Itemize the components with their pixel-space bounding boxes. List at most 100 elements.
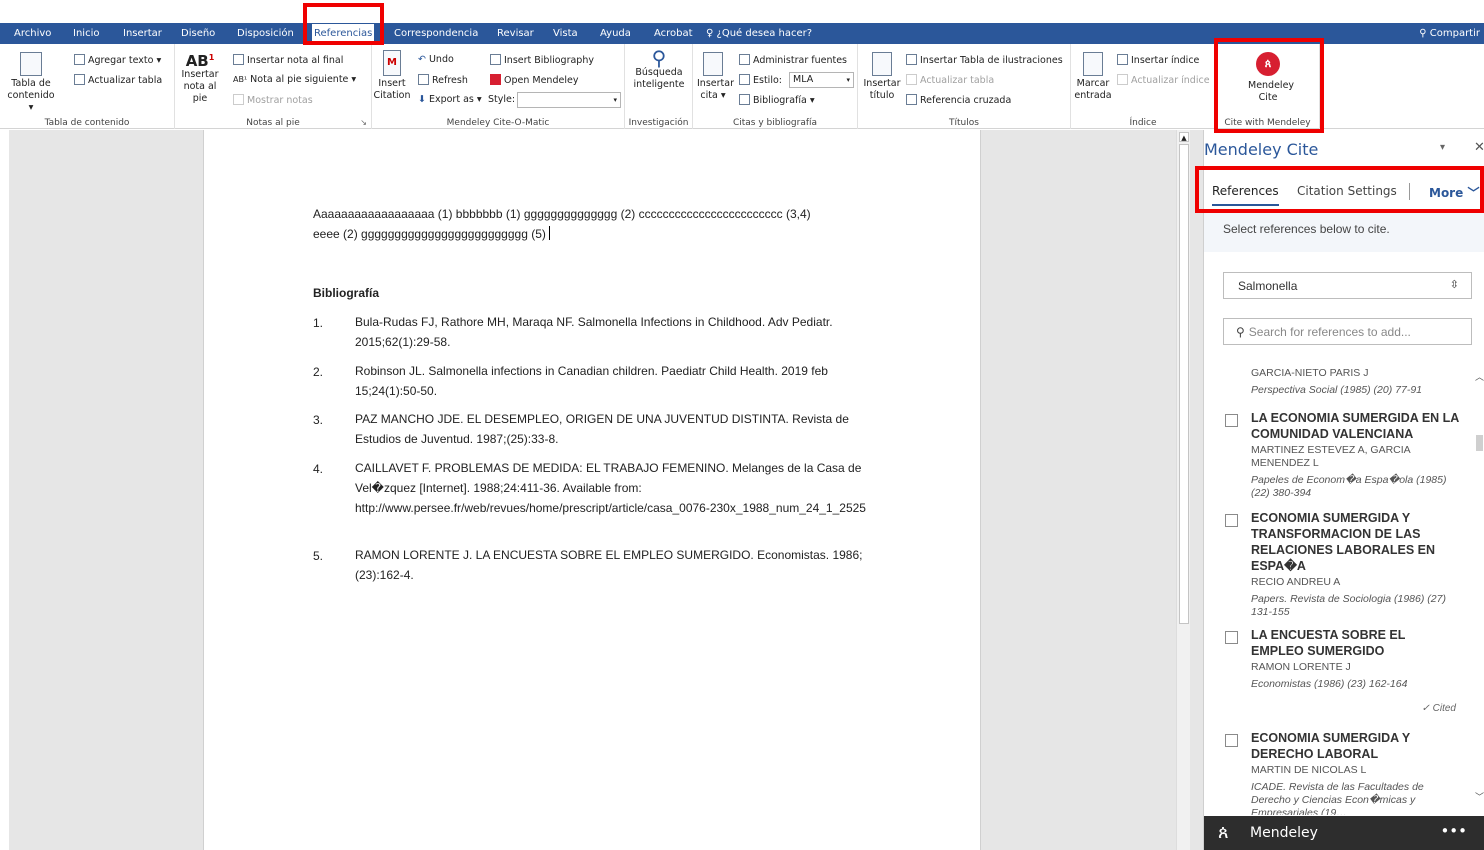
- document-text-line-1: Aaaaaaaaaaaaaaaaaa (1) bbbbbbb (1) ggggg…: [313, 207, 811, 221]
- mark-entry-button[interactable]: Marcar entrada: [1073, 52, 1113, 102]
- highlight-referencias-tab: [303, 3, 384, 45]
- scroll-thumb[interactable]: [1476, 435, 1483, 451]
- tab-disposicion[interactable]: Disposición: [237, 23, 294, 44]
- pane-title: Mendeley Cite: [1204, 140, 1319, 159]
- reference-checkbox[interactable]: [1225, 631, 1238, 644]
- dialog-launcher-icon[interactable]: ↘: [360, 118, 367, 127]
- reference-search-input[interactable]: ⚲ Search for references to add...: [1223, 318, 1472, 345]
- style-label: Style:: [488, 94, 516, 105]
- highlight-pane-tabs: [1195, 166, 1484, 213]
- bib-number: 5.: [313, 549, 324, 563]
- reference-authors: GARCIA-NIETO PARIS J: [1251, 367, 1369, 379]
- caption-icon: [872, 52, 892, 76]
- bib-number: 2.: [313, 365, 324, 379]
- word-window: Archivo Inicio Insertar Diseño Disposici…: [0, 0, 1484, 850]
- close-icon[interactable]: ✕: [1474, 140, 1484, 155]
- reference-title: ECONOMIA SUMERGIDA Y DERECHO LABORAL: [1251, 731, 1411, 761]
- tab-vista[interactable]: Vista: [553, 23, 578, 44]
- tab-ayuda[interactable]: Ayuda: [600, 23, 631, 44]
- tell-me-search[interactable]: ♀ ¿Qué desea hacer?: [706, 23, 812, 44]
- tab-correspondencia[interactable]: Correspondencia: [394, 23, 478, 44]
- mendeley-logo-icon: ጰ: [1218, 822, 1229, 843]
- mendeley-footer: ጰ Mendeley •••: [1204, 816, 1484, 850]
- update-index-button[interactable]: Actualizar índice: [1117, 74, 1210, 87]
- mendeley-cite-pane: Mendeley Cite ▾ ✕ References Citation Se…: [1203, 130, 1484, 850]
- reference-checkbox[interactable]: [1225, 414, 1238, 427]
- reference-authors: MARTINEZ ESTEVEZ A, GARCIA MENENDEZ L: [1251, 444, 1411, 469]
- updown-chevron-icon: ⇳: [1449, 279, 1459, 291]
- bib-entry: Robinson JL. Salmonella infections in Ca…: [355, 364, 828, 398]
- text-cursor: [548, 226, 550, 240]
- citation-style-label: Estilo:: [739, 74, 782, 87]
- reference-publication: ICADE. Revista de las Facultades de Dere…: [1251, 781, 1424, 815]
- manage-sources-icon: [739, 54, 750, 65]
- export-as-button[interactable]: ⬇ Export as ▾: [418, 94, 482, 106]
- search-icon: ⚲: [651, 46, 667, 70]
- insert-table-of-figures-button[interactable]: Insertar Tabla de ilustraciones: [906, 54, 1063, 67]
- tab-revisar[interactable]: Revisar: [497, 23, 534, 44]
- chevron-down-icon[interactable]: ﹀: [1475, 790, 1484, 803]
- cross-reference-button[interactable]: Referencia cruzada: [906, 94, 1011, 107]
- group-index: Marcar entrada Insertar índice Actualiza…: [1071, 44, 1216, 129]
- index-icon: [1117, 54, 1128, 65]
- reference-checkbox[interactable]: [1225, 734, 1238, 747]
- reference-publication: Papeles de Econom�a Espa�ola (1985) (22)…: [1251, 474, 1447, 499]
- bibliography-icon: [490, 54, 501, 65]
- cross-reference-icon: [906, 94, 917, 105]
- add-text-button[interactable]: Agregar texto ▾: [74, 54, 161, 67]
- bib-entry: PAZ MANCHO JDE. EL DESEMPLEO, ORIGEN DE …: [355, 412, 849, 446]
- tab-acrobat[interactable]: Acrobat: [654, 23, 693, 44]
- scroll-thumb[interactable]: [1179, 144, 1189, 624]
- insert-caption-button[interactable]: Insertar título: [862, 52, 902, 102]
- toc-icon: [20, 52, 42, 76]
- style-select[interactable]: ▾: [517, 92, 621, 108]
- group-captions: Insertar título Insertar Tabla de ilustr…: [858, 44, 1071, 129]
- insert-index-button[interactable]: Insertar índice: [1117, 54, 1199, 67]
- insert-endnote-button[interactable]: Insertar nota al final: [233, 54, 343, 67]
- tab-archivo[interactable]: Archivo: [14, 23, 51, 44]
- chevron-down-icon: ▾: [613, 96, 617, 104]
- reference-list-scrollbar[interactable]: ︿ ﹀: [1474, 360, 1484, 815]
- lightbulb-icon: ♀: [706, 28, 717, 39]
- undo-button[interactable]: ↶ Undo: [418, 54, 454, 66]
- manage-sources-button[interactable]: Administrar fuentes: [739, 54, 847, 67]
- document-scrollbar[interactable]: ▲: [1176, 130, 1190, 850]
- collection-select[interactable]: Salmonella ⇳: [1223, 272, 1472, 299]
- style-icon: [739, 74, 750, 85]
- tab-insertar[interactable]: Insertar: [123, 23, 162, 44]
- insert-footnote-button[interactable]: AB1 Insertar nota al pie: [175, 52, 225, 105]
- show-notes-button[interactable]: Mostrar notas: [233, 94, 313, 107]
- tab-inicio[interactable]: Inicio: [73, 23, 99, 44]
- cited-badge: ✓ Cited: [1421, 703, 1456, 714]
- highlight-mendeley-cite: [1214, 38, 1324, 133]
- export-icon: ⬇: [418, 94, 426, 105]
- refresh-button[interactable]: Refresh: [418, 74, 468, 87]
- chevron-up-icon[interactable]: ︿: [1475, 370, 1484, 383]
- next-footnote-button[interactable]: AB¹ Nota al pie siguiente ▾: [233, 74, 356, 86]
- bib-entry: Bula-Rudas FJ, Rathore MH, Maraqa NF. Sa…: [355, 315, 833, 349]
- ab-icon: AB1: [185, 52, 215, 70]
- update-table-button[interactable]: Actualizar tabla: [74, 74, 162, 87]
- more-options-icon[interactable]: •••: [1440, 822, 1467, 840]
- mendeley-icon: [490, 74, 501, 85]
- reference-checkbox[interactable]: [1225, 514, 1238, 527]
- scroll-up-icon[interactable]: ▲: [1179, 132, 1189, 142]
- share-button[interactable]: ⚲ Compartir: [1419, 23, 1480, 44]
- toc-button[interactable]: Tabla de contenido ▾: [6, 52, 56, 114]
- insert-citation-icon: M: [383, 50, 401, 76]
- update-figures-table-button[interactable]: Actualizar tabla: [906, 74, 994, 87]
- reference-authors: RECIO ANDREU A: [1251, 576, 1341, 588]
- update-icon: [906, 74, 917, 85]
- open-mendeley-button[interactable]: Open Mendeley: [490, 74, 578, 87]
- group-label: Títulos: [949, 118, 979, 128]
- insert-citation-button[interactable]: M Insert Citation: [372, 50, 412, 102]
- pane-options-icon[interactable]: ▾: [1440, 142, 1445, 153]
- tab-diseno[interactable]: Diseño: [181, 23, 215, 44]
- insert-cite-button[interactable]: Insertar cita ▾: [697, 52, 734, 102]
- insert-bibliography-button[interactable]: Insert Bibliography: [490, 54, 594, 67]
- bib-entry: RAMON LORENTE J. LA ENCUESTA SOBRE EL EM…: [355, 548, 863, 582]
- group-label: Investigación: [628, 118, 689, 128]
- smart-lookup-button[interactable]: ⚲ Búsqueda inteligente: [629, 46, 689, 91]
- bibliography-button[interactable]: Bibliografía ▾: [739, 94, 815, 107]
- citation-style-select[interactable]: MLA ▾: [789, 72, 854, 88]
